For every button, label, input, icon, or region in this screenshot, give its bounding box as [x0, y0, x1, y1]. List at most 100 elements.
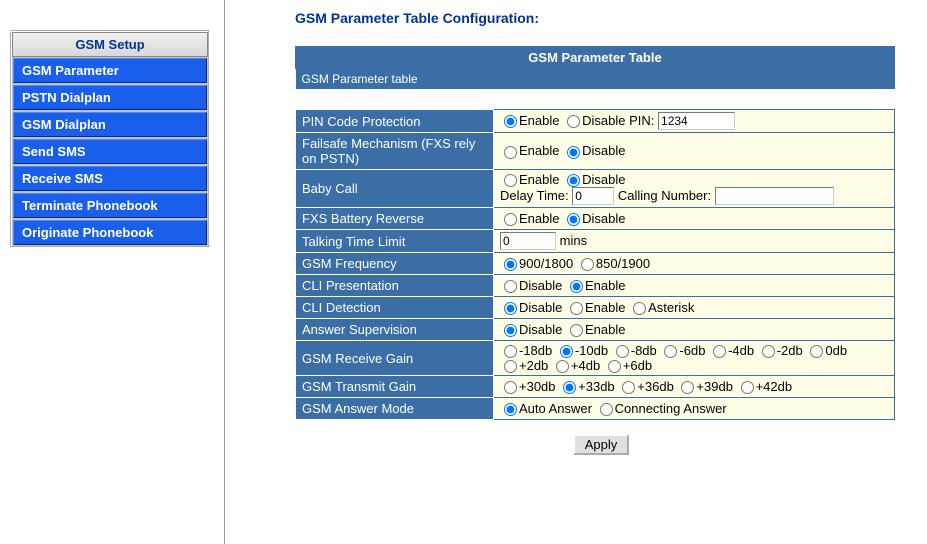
radio-rxgain-6[interactable] [810, 345, 823, 358]
sidebar: GSM Setup GSM Parameter PSTN Dialplan GS… [0, 0, 220, 258]
label-talk: Talking Time Limit [296, 230, 494, 253]
label-clip: CLI Presentation [296, 275, 494, 297]
sidebar-item-send-sms[interactable]: Send SMS [13, 139, 207, 164]
sidebar-item-originate-phonebook[interactable]: Originate Phonebook [13, 220, 207, 245]
text-failsafe-disable: Disable [582, 143, 625, 158]
text-txgain-4: +42db [756, 379, 793, 394]
radio-pin-disable[interactable] [567, 115, 580, 128]
text-pin-enable: Enable [519, 113, 559, 128]
radio-fxs-enable[interactable] [504, 213, 517, 226]
text-pin-disable: Disable [582, 113, 625, 128]
text-rxgain-4: -4db [728, 343, 754, 358]
radio-txgain-3[interactable] [681, 381, 694, 394]
radio-clip-enable[interactable] [570, 280, 583, 293]
sidebar-item-gsm-parameter[interactable]: GSM Parameter [13, 58, 207, 83]
radio-failsafe-enable[interactable] [504, 146, 517, 159]
radio-txgain-2[interactable] [622, 381, 635, 394]
sidebar-item-receive-sms[interactable]: Receive SMS [13, 166, 207, 191]
text-ansmode-auto: Auto Answer [519, 401, 592, 416]
radio-babycall-enable[interactable] [504, 174, 517, 187]
text-rxgain-2: -8db [631, 343, 657, 358]
text-rxgain-7: +2db [519, 358, 548, 373]
text-txgain-0: +30db [519, 379, 556, 394]
text-talk-unit: mins [560, 233, 587, 248]
input-calling[interactable] [715, 187, 834, 205]
label-failsafe: Failsafe Mechanism (FXS rely on PSTN) [296, 133, 494, 170]
label-ansmode: GSM Answer Mode [296, 398, 494, 420]
sidebar-item-pstn-dialplan[interactable]: PSTN Dialplan [13, 85, 207, 110]
text-babycall-enable: Enable [519, 172, 559, 187]
text-calling-label: Calling Number: [618, 188, 711, 203]
radio-rxgain-4[interactable] [713, 345, 726, 358]
text-freq-2: 850/1900 [596, 256, 650, 271]
param-table: GSM Parameter Table GSM Parameter table … [295, 46, 895, 420]
text-babycall-disable: Disable [582, 172, 625, 187]
radio-clip-disable[interactable] [504, 280, 517, 293]
radio-rxgain-2[interactable] [616, 345, 629, 358]
table-title: GSM Parameter Table [296, 47, 895, 69]
radio-rxgain-5[interactable] [762, 345, 775, 358]
radio-rxgain-3[interactable] [664, 345, 677, 358]
text-clip-enable: Enable [585, 278, 625, 293]
radio-ansmode-conn[interactable] [600, 403, 613, 416]
radio-clid-disable[interactable] [504, 302, 517, 315]
text-clid-disable: Disable [519, 300, 562, 315]
radio-rxgain-9[interactable] [608, 360, 621, 373]
radio-fxs-disable[interactable] [567, 213, 580, 226]
text-ansmode-conn: Connecting Answer [615, 401, 727, 416]
radio-txgain-0[interactable] [504, 381, 517, 394]
label-rxgain: GSM Receive Gain [296, 341, 494, 376]
input-pin[interactable] [658, 112, 735, 130]
label-clid: CLI Detection [296, 297, 494, 319]
radio-pin-enable[interactable] [504, 115, 517, 128]
text-clip-disable: Disable [519, 278, 562, 293]
label-pin: PIN Code Protection [296, 110, 494, 133]
radio-failsafe-disable[interactable] [567, 146, 580, 159]
text-rxgain-0: -18db [519, 343, 552, 358]
input-talk[interactable] [500, 232, 556, 250]
text-ans-enable: Enable [585, 322, 625, 337]
text-fxs-disable: Disable [582, 211, 625, 226]
radio-txgain-1[interactable] [563, 381, 576, 394]
text-rxgain-1: -10db [575, 343, 608, 358]
text-rxgain-8: +4db [571, 358, 600, 373]
radio-freq-2[interactable] [581, 258, 594, 271]
text-pin-label: PIN: [629, 113, 654, 128]
radio-clid-enable[interactable] [570, 302, 583, 315]
text-txgain-3: +39db [696, 379, 733, 394]
text-ans-disable: Disable [519, 322, 562, 337]
radio-ans-disable[interactable] [504, 324, 517, 337]
sidebar-item-terminate-phonebook[interactable]: Terminate Phonebook [13, 193, 207, 218]
text-txgain-2: +36db [637, 379, 674, 394]
vertical-divider [224, 0, 225, 544]
table-subtitle: GSM Parameter table [296, 69, 895, 91]
text-clid-asterisk: Asterisk [648, 300, 694, 315]
text-failsafe-enable: Enable [519, 143, 559, 158]
text-rxgain-5: -2db [777, 343, 803, 358]
radio-rxgain-1[interactable] [560, 345, 573, 358]
radio-ans-enable[interactable] [570, 324, 583, 337]
radio-rxgain-8[interactable] [556, 360, 569, 373]
text-delay-label: Delay Time: [500, 188, 569, 203]
text-rxgain-6: 0db [825, 343, 847, 358]
text-clid-enable: Enable [585, 300, 625, 315]
label-txgain: GSM Transmit Gain [296, 376, 494, 398]
label-fxs: FXS Battery Reverse [296, 208, 494, 230]
radio-freq-1[interactable] [504, 258, 517, 271]
radio-babycall-disable[interactable] [567, 174, 580, 187]
radio-txgain-4[interactable] [741, 381, 754, 394]
text-rxgain-3: -6db [679, 343, 705, 358]
page-title: GSM Parameter Table Configuration: [295, 10, 907, 26]
text-rxgain-9: +6db [623, 358, 652, 373]
radio-rxgain-0[interactable] [504, 345, 517, 358]
label-freq: GSM Frequency [296, 253, 494, 275]
sidebar-item-gsm-dialplan[interactable]: GSM Dialplan [13, 112, 207, 137]
text-txgain-1: +33db [578, 379, 615, 394]
text-freq-1: 900/1800 [519, 256, 573, 271]
radio-rxgain-7[interactable] [504, 360, 517, 373]
radio-ansmode-auto[interactable] [504, 403, 517, 416]
apply-button[interactable]: Apply [573, 434, 630, 455]
radio-clid-asterisk[interactable] [633, 302, 646, 315]
input-delay[interactable] [572, 187, 614, 205]
sidebar-header: GSM Setup [12, 32, 208, 57]
